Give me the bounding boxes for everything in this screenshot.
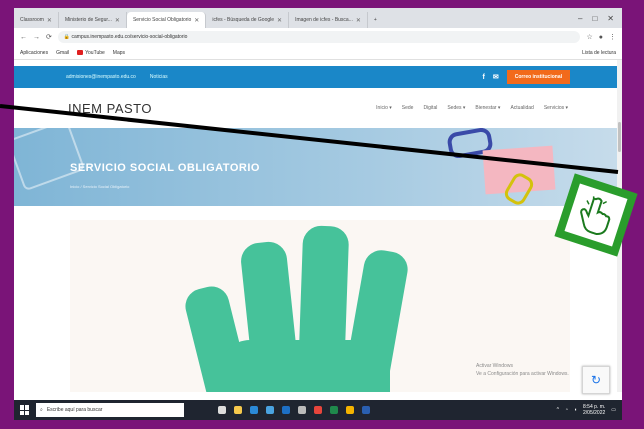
windows-activation-notice: Activar Windows Ve a Configuración para …: [476, 362, 569, 378]
word-icon[interactable]: [362, 406, 370, 414]
activation-sub: Ve a Configuración para activar Windows.: [476, 371, 569, 377]
hand-pointer-icon: [564, 183, 628, 247]
clock-date: 2/05/2022: [583, 410, 606, 416]
profile-icon[interactable]: ●: [599, 34, 603, 41]
page-title: SERVICIO SOCIAL OBLIGATORIO: [70, 162, 260, 174]
browser-tab-bar: Classroom ✕ Ministerio de Segur... ✕ Servi…: [14, 8, 622, 28]
taskbar-apps: [218, 406, 370, 414]
page-content: Activar Windows Ve a Configuración para …: [14, 206, 622, 394]
new-tab-button[interactable]: +: [368, 12, 383, 28]
volume-icon[interactable]: ◖: [574, 407, 577, 413]
close-tab-icon[interactable]: ✕: [194, 17, 199, 24]
breadcrumb[interactable]: Inicio / Servicio Social Obligatorio: [70, 184, 129, 189]
forward-icon[interactable]: →: [33, 34, 40, 41]
bookmark-item[interactable]: YouTube: [77, 50, 105, 56]
menu-item[interactable]: Sedes ▾: [447, 105, 465, 111]
bookmark-item[interactable]: Gmail: [56, 50, 69, 56]
close-tab-icon[interactable]: ✕: [47, 17, 52, 24]
menu-dots-icon[interactable]: ⋮: [609, 33, 616, 41]
facebook-icon[interactable]: f: [483, 74, 485, 81]
site-logo[interactable]: INEM PASTO: [68, 101, 152, 116]
social-links: f ✉ Correo institucional: [483, 70, 570, 84]
tab-label: Servicio Social Obligatorio: [132, 17, 192, 23]
windows-start-icon[interactable]: [20, 405, 30, 415]
menu-item[interactable]: Inicio ▾: [376, 105, 392, 111]
search-icon: ⌕: [40, 407, 43, 413]
tab-label: Imagen de icfes - Busca...: [295, 17, 353, 23]
bookmarks-bar: Aplicaciones Gmail YouTube Maps Lista de…: [14, 46, 622, 60]
window-controls: – □ ✕: [570, 8, 622, 28]
browser-tab[interactable]: Ministerio de Segur... ✕: [59, 12, 127, 28]
institutional-mail-button[interactable]: Correo institucional: [506, 70, 570, 84]
task-view-icon[interactable]: [218, 406, 226, 414]
tab-label: Ministerio de Segur...: [64, 17, 112, 23]
site-nav: INEM PASTO Inicio ▾ Sede Digital Sedes ▾…: [14, 88, 622, 128]
scrollbar-thumb[interactable]: [618, 122, 621, 152]
banner-decoration: [14, 128, 86, 192]
bookmark-item[interactable]: Aplicaciones: [20, 50, 48, 56]
menu-item[interactable]: Bienestar ▾: [475, 105, 500, 111]
menu-item[interactable]: Sede: [402, 105, 414, 111]
lock-icon: 🔒: [63, 34, 72, 40]
clock[interactable]: 8:54 p. m. 2/05/2022: [583, 404, 605, 416]
url-text: campus.inempasto.edu.co/servicio-social-…: [71, 34, 188, 40]
search-placeholder: Escribe aquí para buscar: [46, 407, 103, 413]
screen-frame: Classroom ✕ Ministerio de Segur... ✕ Servi…: [14, 8, 622, 420]
excel-icon[interactable]: [330, 406, 338, 414]
topbar-link[interactable]: Noticias: [150, 74, 168, 80]
windows-taskbar: ⌕ Escribe aquí para buscar ^ ◔ ◖ 8:54 p. …: [14, 400, 622, 420]
explorer-icon[interactable]: [234, 406, 242, 414]
hand-illustration: [220, 340, 390, 392]
minimize-icon[interactable]: –: [578, 14, 582, 23]
tab-label: icfes - Búsqueda de Google: [212, 17, 275, 23]
topbar-email[interactable]: admisiones@inempasto.edu.co: [66, 74, 136, 80]
chevron-up-icon[interactable]: ^: [557, 407, 559, 413]
close-window-icon[interactable]: ✕: [607, 14, 614, 23]
close-tab-icon[interactable]: ✕: [356, 17, 361, 24]
menu-item[interactable]: Digital: [423, 105, 437, 111]
system-tray: ^ ◔ ◖ 8:54 p. m. 2/05/2022 ▭: [557, 404, 616, 416]
back-icon[interactable]: ←: [20, 34, 27, 41]
browser-tab[interactable]: Classroom ✕: [14, 12, 59, 28]
edge-icon[interactable]: [250, 406, 258, 414]
reading-list[interactable]: Lista de lectura: [582, 50, 616, 56]
recaptcha-icon[interactable]: ↻: [582, 366, 610, 394]
activation-title: Activar Windows: [476, 363, 513, 369]
wifi-icon[interactable]: ◔: [565, 407, 568, 413]
tab-label: Classroom: [20, 17, 44, 23]
browser-tab[interactable]: Imagen de icfes - Busca... ✕: [289, 12, 368, 28]
store-icon[interactable]: [266, 406, 274, 414]
bookmark-item[interactable]: Maps: [113, 50, 125, 56]
bookmark-label: YouTube: [85, 49, 105, 56]
taskbar-search[interactable]: ⌕ Escribe aquí para buscar: [36, 403, 184, 417]
main-menu: Inicio ▾ Sede Digital Sedes ▾ Bienestar …: [376, 105, 568, 111]
notifications-icon[interactable]: ▭: [611, 407, 616, 413]
close-tab-icon[interactable]: ✕: [277, 17, 282, 24]
site-topbar: admisiones@inempasto.edu.co Noticias f ✉…: [14, 66, 622, 88]
star-icon[interactable]: ☆: [586, 33, 592, 41]
url-field[interactable]: 🔒 campus.inempasto.edu.co/servicio-socia…: [57, 31, 581, 43]
close-tab-icon[interactable]: ✕: [115, 17, 120, 24]
reload-icon[interactable]: ⟳: [46, 33, 52, 41]
maximize-icon[interactable]: □: [592, 14, 597, 23]
page-banner: SERVICIO SOCIAL OBLIGATORIO Inicio / Ser…: [14, 128, 622, 206]
browser-tab-active[interactable]: Servicio Social Obligatorio ✕: [126, 12, 207, 28]
chrome-icon[interactable]: [314, 406, 322, 414]
browser-tab[interactable]: icfes - Búsqueda de Google ✕: [206, 12, 290, 28]
menu-item[interactable]: Servicios ▾: [544, 105, 568, 111]
address-bar-row: ← → ⟳ 🔒 campus.inempasto.edu.co/servicio…: [14, 28, 622, 46]
menu-item[interactable]: Actualidad: [510, 105, 533, 111]
chrome-icon[interactable]: [346, 406, 354, 414]
email-icon[interactable]: ✉: [493, 73, 499, 81]
mail-icon[interactable]: [282, 406, 290, 414]
youtube-icon: [77, 49, 84, 55]
settings-icon[interactable]: [298, 406, 306, 414]
